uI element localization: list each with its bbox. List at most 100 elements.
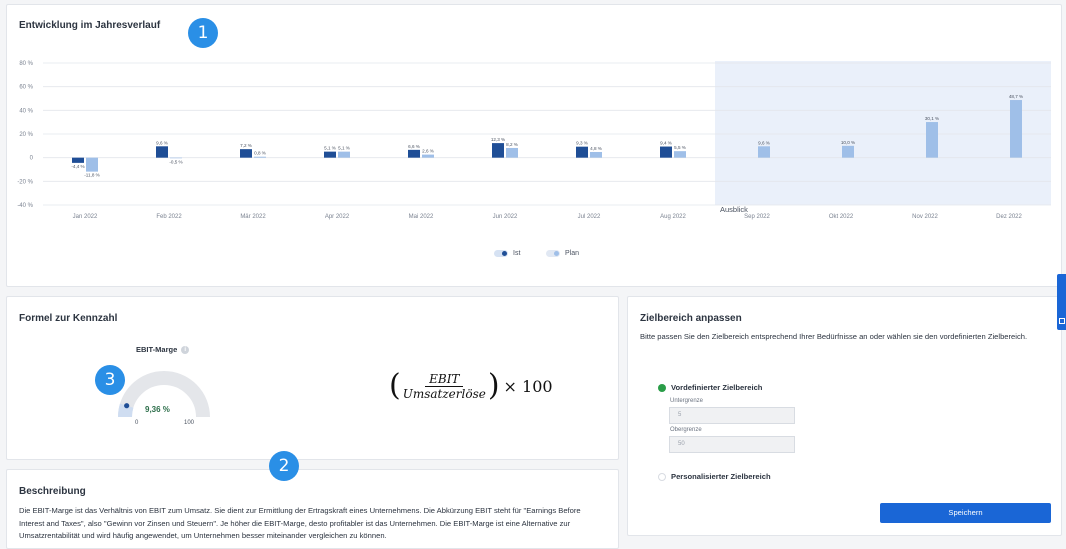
x-tick-label: Sep 2022 [744, 214, 770, 220]
feedback-icon [1059, 318, 1065, 324]
y-tick-label: -40 % [17, 203, 33, 209]
data-label: 9,3 % [576, 141, 588, 146]
data-label: -11,8 % [84, 173, 100, 178]
toggle-icon[interactable] [494, 250, 508, 257]
legend-label-plan: Plan [565, 250, 580, 257]
legend-label-ist: Ist [513, 250, 521, 257]
gauge-label-text: EBIT-Marge [136, 345, 178, 354]
description-card: Beschreibung Die EBIT-Marge ist das Verh… [6, 469, 619, 549]
description-text: Die EBIT-Marge ist das Verhältnis von EB… [19, 506, 581, 540]
data-label: -0,5 % [169, 159, 182, 164]
radio-predefined[interactable]: Vordefinierter Zielbereich [658, 383, 762, 392]
bar-plan [926, 122, 938, 158]
multiplier: × 100 [503, 376, 553, 396]
radio-selected-icon[interactable] [658, 383, 666, 392]
fraction: EBIT Umsatzerlöse [403, 372, 486, 401]
data-label: 12,3 % [491, 137, 505, 142]
step-badge-3: 3 [95, 365, 125, 395]
formula: ( EBIT Umsatzerlöse ) × 100 [389, 371, 553, 401]
x-tick-label: Okt 2022 [829, 214, 854, 220]
denominator: Umsatzerlöse [402, 386, 486, 401]
bar-plan [590, 151, 602, 158]
data-label: 0,8 % [254, 151, 266, 156]
bar-plan [338, 151, 350, 158]
bar-plan [1010, 100, 1022, 158]
data-label: 30,1 % [925, 116, 939, 121]
info-icon[interactable]: i [181, 345, 190, 354]
x-tick-label: Mär 2022 [240, 214, 266, 220]
gauge-min: 0 [135, 420, 139, 426]
lower-input[interactable]: 5 [669, 407, 795, 424]
numerator: EBIT [425, 372, 464, 387]
save-button[interactable]: Speichern [880, 503, 1051, 523]
legend-item-ist[interactable]: Ist [494, 250, 520, 257]
lower-label: Untergrenze [670, 398, 704, 404]
bar-plan [422, 154, 434, 158]
formula-title: Formel zur Kennzahl [19, 313, 118, 324]
bar-plan [758, 146, 770, 158]
radio-custom[interactable]: Personalisierter Zielbereich [658, 472, 771, 481]
radio-predefined-label: Vordefinierter Zielbereich [671, 383, 763, 392]
toggle-icon[interactable] [546, 250, 560, 257]
x-tick-label: Mai 2022 [409, 214, 434, 220]
bar-ist [240, 149, 252, 158]
target-range-card: Zielbereich anpassen Bitte passen Sie de… [627, 296, 1062, 536]
x-tick-label: Dez 2022 [996, 214, 1022, 220]
x-tick-label: Nov 2022 [912, 214, 938, 220]
data-label: 6,6 % [408, 144, 420, 149]
legend-item-plan[interactable]: Plan [546, 250, 579, 257]
bar-ist [408, 149, 420, 158]
y-tick-label: -20 % [17, 179, 33, 185]
y-tick-label: 40 % [19, 108, 33, 114]
data-label: 5,1 % [324, 146, 336, 151]
y-tick-label: 20 % [19, 132, 33, 138]
bar-plan [86, 157, 98, 172]
bar-ist [156, 146, 168, 158]
data-label: 2,6 % [422, 149, 434, 154]
y-tick-label: 60 % [19, 85, 33, 91]
chart-card: Entwicklung im Jahresverlauf 1 80 % 60 % 4… [6, 4, 1062, 287]
x-tick-label: Jan 2022 [73, 214, 98, 220]
description-title: Beschreibung [19, 486, 86, 497]
bar-ist [492, 143, 504, 158]
bar-ist [324, 151, 336, 158]
radio-custom-label: Personalisierter Zielbereich [671, 472, 771, 481]
data-label: 7,2 % [240, 143, 252, 148]
bar-ist [576, 146, 588, 158]
data-label: -4,4 % [71, 164, 84, 169]
x-tick-label: Jul 2022 [578, 214, 601, 220]
data-label: 5,1 % [338, 146, 350, 151]
target-title: Zielbereich anpassen [640, 313, 742, 324]
data-label: 5,5 % [674, 145, 686, 150]
gauge-value: 9,36 % [145, 405, 170, 414]
y-tick-label: 0 [30, 156, 34, 162]
outlook-label: Ausblick [720, 205, 748, 214]
upper-input[interactable]: 50 [669, 436, 795, 453]
feedback-side-tab[interactable] [1057, 274, 1066, 330]
outlook-band [715, 61, 1051, 205]
bar-ist [660, 146, 672, 158]
data-label: 8,2 % [506, 142, 518, 147]
x-tick-label: Jun 2022 [493, 214, 518, 220]
bar-ist [72, 157, 84, 163]
upper-label: Obergrenze [670, 427, 702, 433]
data-label: 9,4 % [660, 141, 672, 146]
x-tick-label: Apr 2022 [325, 214, 350, 220]
gauge-marker [124, 403, 130, 409]
data-label: 9,6 % [758, 140, 770, 145]
radio-empty-icon[interactable] [658, 472, 666, 481]
target-intro: Bitte passen Sie den Zielbereich entspre… [640, 332, 1028, 341]
gauge-max: 100 [184, 420, 195, 426]
bar-plan [674, 151, 686, 158]
close-paren: ) [487, 368, 500, 403]
bar-plan [170, 157, 182, 159]
gauge-label: EBIT-Marge i [136, 345, 190, 354]
formula-card: Formel zur Kennzahl EBIT-Marge i 3 9,36 … [6, 296, 619, 460]
data-label: 10,0 % [841, 140, 855, 145]
data-label: 48,7 % [1009, 94, 1023, 99]
open-paren: ( [389, 368, 401, 403]
bar-chart: 80 % 60 % 40 % 20 % 0 -20 % -40 % Ausblick -4,4 … [17, 61, 1051, 220]
step-badge-2: 2 [269, 451, 299, 481]
data-label: 9,6 % [156, 140, 168, 145]
y-tick-label: 80 % [19, 61, 33, 67]
